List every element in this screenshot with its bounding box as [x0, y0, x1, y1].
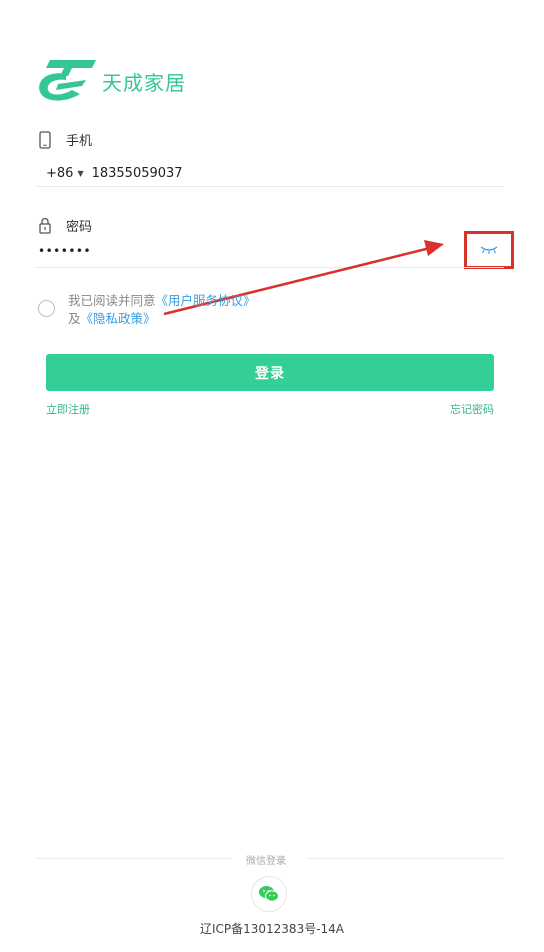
- user-agreement-link[interactable]: 《用户服务协议》: [156, 293, 256, 308]
- chevron-down-icon[interactable]: ▼: [77, 169, 83, 178]
- divider: [306, 858, 504, 859]
- country-code-select[interactable]: +86: [46, 166, 73, 181]
- agreement-row: 我已阅读并同意《用户服务协议》 及《隐私政策》: [38, 292, 256, 328]
- wechat-login-button[interactable]: [251, 876, 287, 912]
- wechat-login-label: 微信登录: [246, 856, 286, 867]
- brand-name: 天成家居: [102, 70, 186, 95]
- phone-icon: [38, 130, 52, 149]
- wechat-icon[interactable]: [258, 885, 280, 903]
- register-link[interactable]: 立即注册: [46, 401, 90, 417]
- icp-license: 辽ICP备13012383号-14A: [199, 922, 345, 936]
- privacy-policy-link[interactable]: 《隐私政策》: [81, 311, 156, 326]
- password-label-text: 密码: [66, 220, 93, 235]
- password-input[interactable]: •••••••: [38, 244, 91, 258]
- forgot-password-link[interactable]: 忘记密码: [450, 401, 494, 417]
- phone-label: 手机: [38, 130, 92, 149]
- eye-closed-icon[interactable]: [479, 245, 499, 255]
- agreement-text: 我已阅读并同意《用户服务协议》 及《隐私政策》: [68, 292, 256, 328]
- phone-label-text: 手机: [66, 134, 93, 149]
- login-button[interactable]: 登录: [46, 354, 494, 391]
- brand-logo: 天成家居: [36, 58, 186, 104]
- agreement-and: 及: [68, 311, 81, 326]
- phone-input-row[interactable]: +86 ▼ 18355059037: [46, 166, 183, 181]
- password-label: 密码: [38, 216, 92, 235]
- divider: [36, 186, 504, 187]
- divider: [36, 267, 504, 268]
- password-visibility-toggle[interactable]: [464, 231, 514, 269]
- phone-input[interactable]: 18355059037: [92, 166, 183, 181]
- lock-icon: [38, 217, 52, 235]
- agreement-prefix: 我已阅读并同意: [68, 293, 156, 308]
- agreement-checkbox[interactable]: [38, 300, 55, 317]
- brand-mark-icon: [39, 60, 96, 101]
- divider: [36, 858, 232, 859]
